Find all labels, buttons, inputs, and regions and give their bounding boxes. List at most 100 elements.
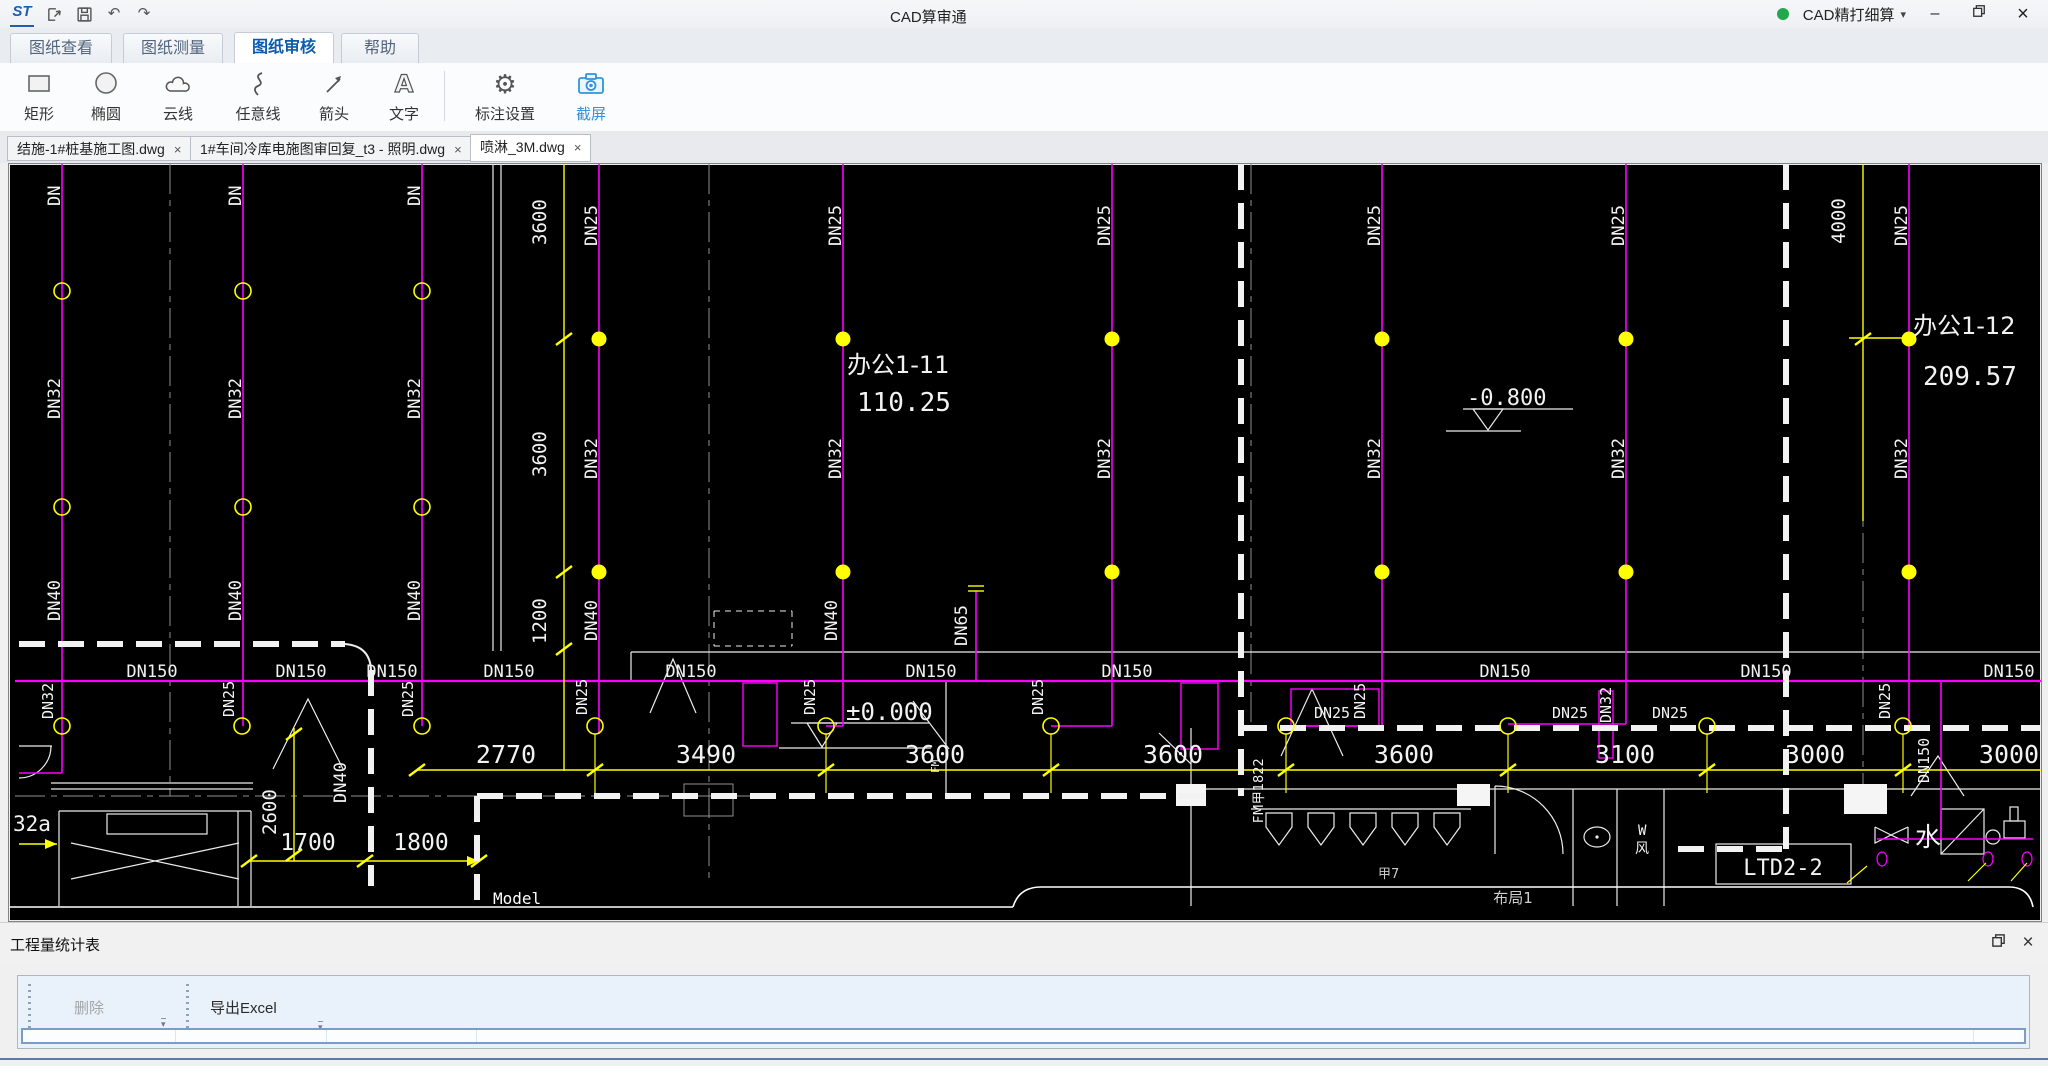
- svg-text:DN150: DN150: [366, 662, 417, 682]
- svg-text:3000: 3000: [1979, 740, 2039, 769]
- tool-cloud-button[interactable]: 云线: [148, 66, 208, 124]
- open-icon[interactable]: [42, 2, 66, 26]
- tool-camera-button[interactable]: 截屏: [560, 66, 622, 124]
- export-excel-button[interactable]: 导出Excel: [210, 997, 277, 1018]
- svg-text:DN32: DN32: [1892, 438, 1912, 479]
- toolbar-separator: [444, 71, 445, 121]
- svg-text:DN150: DN150: [1479, 662, 1530, 682]
- freeline-icon: [222, 66, 294, 102]
- svg-text:1200: 1200: [529, 598, 551, 644]
- document-tab-bar: 结施-1#桩基施工图.dwg×1#车间冷库电施图审回复_t3 - 照明.dwg×…: [0, 131, 2048, 163]
- svg-text:3000: 3000: [1785, 740, 1845, 769]
- account-menu[interactable]: CAD精打细算: [1803, 4, 1895, 25]
- tool-gear-button[interactable]: ⚙标注设置: [462, 66, 548, 124]
- cloud-icon: [148, 66, 208, 102]
- svg-text:DN25: DN25: [1892, 205, 1912, 246]
- cad-drawing[interactable]: DN DN32 DN40 DN32 DN DN32 DN40 DN25 DN DN32 DN40 DN…: [9, 164, 2041, 921]
- svg-text:DN40: DN40: [405, 580, 425, 621]
- save-icon[interactable]: [72, 2, 96, 26]
- document-tab-3[interactable]: 喷淋_3M.dwg×: [470, 134, 591, 162]
- svg-text:DN32: DN32: [1365, 438, 1385, 479]
- camera-icon: [560, 66, 622, 102]
- tool-rect-button[interactable]: 矩形: [11, 66, 67, 124]
- svg-text:DN40: DN40: [822, 600, 842, 641]
- redo-icon[interactable]: ↷: [132, 2, 156, 26]
- svg-text:LTD2-2: LTD2-2: [1743, 856, 1822, 881]
- tool-text-button[interactable]: A文字: [376, 66, 432, 124]
- svg-text:DN25: DN25: [1351, 683, 1369, 719]
- layout-tab-model[interactable]: Model: [493, 889, 541, 908]
- svg-text:DN25: DN25: [1029, 679, 1047, 715]
- chevron-down-icon[interactable]: ▾: [1900, 8, 1906, 21]
- svg-text:DN25: DN25: [573, 679, 591, 715]
- empty-table-strip: [21, 1028, 2026, 1044]
- document-tab-2[interactable]: 1#车间冷库电施图审回复_t3 - 照明.dwg×: [190, 136, 472, 161]
- close-button[interactable]: ×: [2008, 3, 2038, 25]
- window-bottom-edge: [0, 1058, 2048, 1060]
- ribbon-tab-3[interactable]: 图纸审核: [234, 32, 334, 63]
- svg-text:DN25: DN25: [1314, 704, 1350, 722]
- svg-text:DN40: DN40: [226, 580, 246, 621]
- gear-icon: ⚙: [462, 66, 548, 102]
- svg-text:DN25: DN25: [1095, 205, 1115, 246]
- svg-text:DN32: DN32: [1597, 687, 1615, 723]
- svg-text:DN150: DN150: [1740, 662, 1791, 682]
- svg-text:DN: DN: [405, 186, 425, 206]
- title-bar: ST ↶ ↷ CAD算审通 CAD精打细算 ▾ – ×: [0, 0, 2048, 29]
- drag-handle[interactable]: [28, 984, 31, 1030]
- svg-text:DN: DN: [226, 186, 246, 206]
- svg-text:办公1-11: 办公1-11: [847, 351, 949, 379]
- svg-text:3600: 3600: [1374, 740, 1434, 769]
- svg-text:DN40: DN40: [331, 762, 351, 803]
- svg-text:DN150: DN150: [483, 662, 534, 682]
- status-dot: [1777, 8, 1789, 20]
- restore-button[interactable]: [1964, 3, 1994, 25]
- ribbon-tab-2[interactable]: 图纸测量: [123, 33, 223, 63]
- svg-text:DN25: DN25: [399, 681, 417, 717]
- close-tab-icon[interactable]: ×: [574, 140, 582, 155]
- svg-text:Model: Model: [493, 889, 541, 908]
- svg-text:W: W: [1638, 823, 1647, 839]
- close-panel-icon[interactable]: ×: [2016, 932, 2040, 954]
- svg-text:布局1: 布局1: [1493, 889, 1533, 907]
- tool-arrow-button[interactable]: 箭头: [306, 66, 362, 124]
- app-window: ST ↶ ↷ CAD算审通 CAD精打细算 ▾ – × 图纸查看图纸测量图纸审核…: [0, 0, 2048, 1066]
- close-tab-icon[interactable]: ×: [454, 142, 462, 157]
- svg-text:3600: 3600: [1143, 740, 1203, 769]
- panel-title: 工程量统计表: [10, 934, 100, 955]
- close-tab-icon[interactable]: ×: [174, 142, 182, 157]
- svg-text:DN65: DN65: [952, 605, 972, 646]
- svg-text:DN32: DN32: [226, 378, 246, 419]
- svg-text:DN32: DN32: [826, 438, 846, 479]
- document-tab-1[interactable]: 结施-1#桩基施工图.dwg×: [7, 136, 191, 161]
- float-panel-icon[interactable]: [1986, 932, 2010, 954]
- ellipse-icon: [78, 66, 134, 102]
- svg-text:2600: 2600: [259, 789, 281, 835]
- svg-text:3100: 3100: [1595, 740, 1655, 769]
- svg-text:±0.000: ±0.000: [846, 698, 933, 726]
- svg-text:DN150: DN150: [275, 662, 326, 682]
- svg-text:DN32: DN32: [39, 683, 57, 719]
- svg-text:DN40: DN40: [582, 600, 602, 641]
- undo-icon[interactable]: ↶: [102, 2, 126, 26]
- tool-freeline-button[interactable]: 任意线: [222, 66, 294, 124]
- tool-ellipse-button[interactable]: 椭圆: [78, 66, 134, 124]
- delete-button[interactable]: 删除: [74, 997, 104, 1018]
- svg-text:DN32: DN32: [582, 438, 602, 479]
- svg-text:风: 风: [1635, 841, 1649, 857]
- svg-text:DN32: DN32: [1095, 438, 1115, 479]
- app-title: CAD算审通: [890, 6, 967, 27]
- cad-canvas[interactable]: DN DN32 DN40 DN32 DN DN32 DN40 DN25 DN DN32 DN40 DN…: [8, 163, 2042, 922]
- svg-text:DN: DN: [45, 186, 65, 206]
- ribbon-tab-1[interactable]: 图纸查看: [10, 33, 112, 63]
- layout-tab-layout1[interactable]: 布局1: [1493, 889, 1533, 907]
- svg-text:3600: 3600: [529, 199, 551, 245]
- ribbon-tab-bar: 图纸查看图纸测量图纸审核帮助: [0, 28, 2048, 63]
- svg-text:209.57: 209.57: [1923, 362, 2017, 392]
- svg-text:1800: 1800: [393, 830, 448, 856]
- svg-text:DN40: DN40: [45, 580, 65, 621]
- ribbon-tab-4[interactable]: 帮助: [341, 33, 419, 63]
- svg-text:A: A: [395, 70, 414, 98]
- minimize-button[interactable]: –: [1920, 3, 1950, 25]
- drag-handle[interactable]: [186, 984, 189, 1030]
